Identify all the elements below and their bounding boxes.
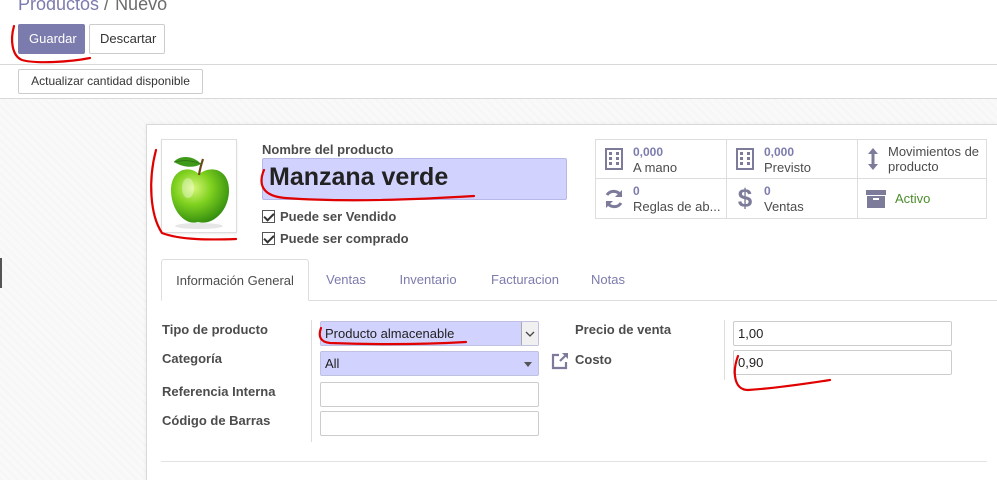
dollar-icon: $: [737, 183, 753, 213]
smart-buttons: 0,000 A mano 0,000 Previsto Movimientos de…: [595, 139, 987, 219]
stat-label: A mano: [633, 159, 678, 175]
checkbox-checked-icon[interactable]: [262, 232, 275, 245]
tab-general-info[interactable]: Información General: [161, 259, 309, 301]
scroll-marker: [0, 258, 2, 288]
external-link-icon[interactable]: [551, 352, 569, 373]
can-be-sold-checkbox[interactable]: Puede ser Vendido: [262, 209, 396, 224]
breadcrumb-current: Nuevo: [115, 0, 168, 14]
tab-inventory[interactable]: Inventario: [389, 259, 467, 301]
update-quantity-button[interactable]: Actualizar cantidad disponible: [18, 69, 203, 94]
stat-forecast-button[interactable]: 0,000 Previsto: [727, 140, 858, 179]
save-button[interactable]: Guardar: [18, 24, 85, 54]
up-down-arrows-icon: [865, 146, 880, 172]
stat-label: Ventas: [764, 199, 804, 214]
refresh-icon: [603, 186, 625, 212]
product-name-label: Nombre del producto: [262, 142, 394, 157]
cost-label: Costo: [575, 352, 612, 367]
divider: [0, 64, 997, 65]
tab-invoicing[interactable]: Facturacion: [479, 259, 571, 301]
tab-sales[interactable]: Ventas: [315, 259, 377, 301]
internal-reference-input[interactable]: [320, 382, 539, 407]
category-value: All: [325, 356, 340, 371]
product-type-select[interactable]: Producto almacenable: [320, 321, 539, 346]
cost-input[interactable]: 0,90: [733, 350, 952, 375]
stat-value: 0,000: [764, 144, 795, 159]
barcode-label: Código de Barras: [162, 413, 271, 428]
stat-on-hand-button[interactable]: 0,000 A mano: [596, 140, 727, 179]
breadcrumb-productos-link[interactable]: Productos: [18, 0, 99, 14]
building-icon: [734, 146, 756, 172]
breadcrumb: Productos / Nuevo: [18, 0, 167, 15]
chevron-down-icon[interactable]: [521, 322, 538, 345]
stat-value: 0: [633, 184, 640, 198]
stat-value: 0,000: [633, 144, 664, 159]
green-apple-icon: [170, 157, 230, 229]
tab-notes[interactable]: Notas: [583, 259, 633, 301]
discard-button[interactable]: Descartar: [89, 24, 165, 54]
stat-label: Reglas de ab...: [633, 199, 721, 214]
barcode-input[interactable]: [320, 411, 539, 436]
can-be-sold-label: Puede ser Vendido: [280, 209, 397, 224]
stat-label: Activo: [895, 191, 931, 206]
stat-label: Movimientos de producto: [888, 144, 980, 174]
sale-price-input[interactable]: 1,00: [733, 321, 952, 346]
product-type-value: Producto almacenable: [325, 326, 455, 341]
divider: [161, 461, 987, 462]
stat-sales-button[interactable]: $ 0 Ventas: [727, 179, 858, 218]
product-image[interactable]: [161, 139, 237, 233]
stat-moves-button[interactable]: Movimientos de producto: [858, 140, 987, 179]
category-label: Categoría: [162, 351, 222, 366]
stat-value: 0: [764, 184, 771, 198]
product-type-label: Tipo de producto: [162, 322, 268, 337]
stat-reorder-rules-button[interactable]: 0 Reglas de ab...: [596, 179, 727, 218]
can-be-purchased-checkbox[interactable]: Puede ser comprado: [262, 231, 409, 246]
product-name-input[interactable]: Manzana verde: [262, 158, 567, 200]
stat-label: Previsto: [764, 159, 811, 175]
checkbox-checked-icon[interactable]: [262, 210, 275, 223]
label-divider: [724, 320, 725, 380]
notebook-tabs: Información General Ventas Inventario Fa…: [161, 259, 997, 301]
archive-icon: [865, 186, 887, 212]
sale-price-label: Precio de venta: [575, 322, 672, 337]
internal-reference-label: Referencia Interna: [162, 384, 276, 399]
label-divider: [311, 320, 312, 442]
breadcrumb-separator: /: [104, 0, 110, 14]
can-be-purchased-label: Puede ser comprado: [280, 231, 409, 246]
building-icon: [603, 146, 625, 172]
stat-active-toggle[interactable]: Activo: [858, 179, 987, 218]
category-select[interactable]: All: [320, 351, 539, 376]
caret-down-icon[interactable]: [524, 362, 532, 367]
